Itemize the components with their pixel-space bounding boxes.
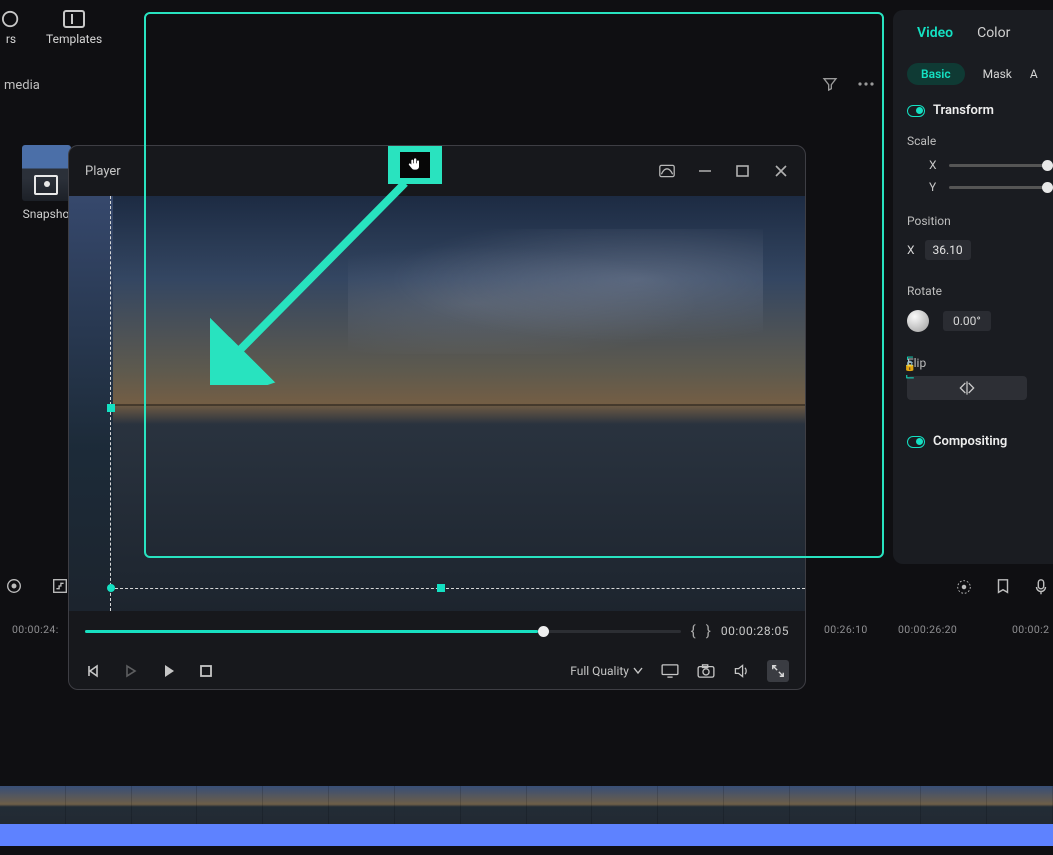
color-wheel-icon[interactable] (955, 578, 973, 596)
properties-panel: Video Color Basic Mask A Transform Scale… (893, 10, 1053, 564)
play-outline-icon[interactable] (123, 663, 139, 679)
play-icon[interactable] (161, 663, 177, 679)
maximize-icon[interactable] (735, 163, 751, 179)
stop-icon[interactable] (199, 664, 213, 678)
tab-video[interactable]: Video (917, 25, 953, 41)
mic-icon[interactable] (1033, 578, 1049, 596)
nav-stickers[interactable]: rs (0, 10, 22, 46)
section-compositing: Compositing (933, 434, 1007, 449)
snapshot-preview (22, 145, 71, 201)
tab-color[interactable]: Color (977, 25, 1010, 41)
rotate-label: Rotate (893, 278, 1053, 304)
hand-tool-icon[interactable] (400, 152, 430, 178)
subtab-mask[interactable]: Mask (983, 67, 1012, 81)
more-icon[interactable] (857, 75, 875, 93)
media-search-partial[interactable]: media (0, 70, 140, 100)
scale-x-slider[interactable]: X (893, 154, 1053, 176)
timeline-ruler[interactable]: 00:00:24: 00:26:10 00:00:26:20 00:00:2 (0, 614, 1053, 644)
crop-handle-corner[interactable] (107, 584, 115, 592)
scale-lock[interactable]: ⌐ 🔒 ⌙ (899, 346, 921, 386)
hand-tool-callout (388, 146, 442, 184)
compositing-toggle[interactable] (907, 436, 925, 448)
rotate-knob[interactable] (907, 310, 929, 332)
tl-tool-2[interactable] (50, 576, 70, 596)
player-window: Player { } 00:00:28:05 (68, 145, 806, 690)
flip-horizontal-button[interactable] (907, 376, 1027, 400)
preview-video-frame (113, 196, 805, 611)
ruler-tick: 00:26:10 (824, 623, 868, 636)
position-x-value[interactable]: 36.10 (925, 240, 971, 260)
snapshot-label: Snapsho (23, 207, 70, 221)
templates-icon (63, 10, 85, 28)
subtab-basic[interactable]: Basic (907, 63, 965, 85)
nav-templates-label: Templates (46, 32, 102, 46)
chevron-down-icon (633, 667, 643, 675)
nav-stickers-label: rs (6, 32, 16, 46)
screen-icon[interactable] (661, 664, 679, 678)
position-x-axis: X (907, 243, 915, 257)
expand-icon[interactable] (767, 660, 789, 682)
crop-handle-left[interactable] (107, 404, 115, 412)
rotate-value[interactable]: 0.00° (943, 311, 991, 331)
ruler-tick: 00:00:2 (1012, 623, 1049, 636)
crop-handle-bottom[interactable] (437, 584, 445, 592)
tl-tool-1[interactable] (4, 576, 24, 596)
snapshot-thumbnail[interactable]: Snapsho (20, 145, 72, 221)
curve-icon[interactable] (659, 163, 675, 179)
marker-icon[interactable] (995, 578, 1011, 596)
close-icon[interactable] (773, 163, 789, 179)
ruler-tick: 00:00:26:20 (898, 623, 957, 636)
scale-label: Scale (893, 128, 1053, 154)
subtab-ai-partial[interactable]: A (1030, 67, 1038, 81)
nav-templates[interactable]: Templates (46, 10, 102, 46)
timeline-audio-track[interactable] (0, 824, 1053, 846)
filter-icon[interactable] (821, 75, 839, 93)
minimize-icon[interactable] (697, 163, 713, 179)
ruler-tick: 00:00:24: (12, 623, 59, 636)
scale-y-slider[interactable]: Y (893, 176, 1053, 198)
camera-icon[interactable] (697, 664, 715, 678)
audio-icon[interactable] (733, 663, 749, 679)
step-back-icon[interactable] (85, 663, 101, 679)
preview-canvas[interactable] (69, 196, 805, 611)
timeline-clip-thumbnails[interactable] (0, 786, 1053, 824)
section-transform: Transform (933, 103, 994, 118)
crop-guide-horizontal[interactable] (110, 588, 805, 589)
player-title: Player (85, 164, 121, 179)
quality-dropdown[interactable]: Full Quality (570, 664, 643, 678)
transform-toggle[interactable] (907, 105, 925, 117)
position-label: Position (893, 208, 1053, 234)
